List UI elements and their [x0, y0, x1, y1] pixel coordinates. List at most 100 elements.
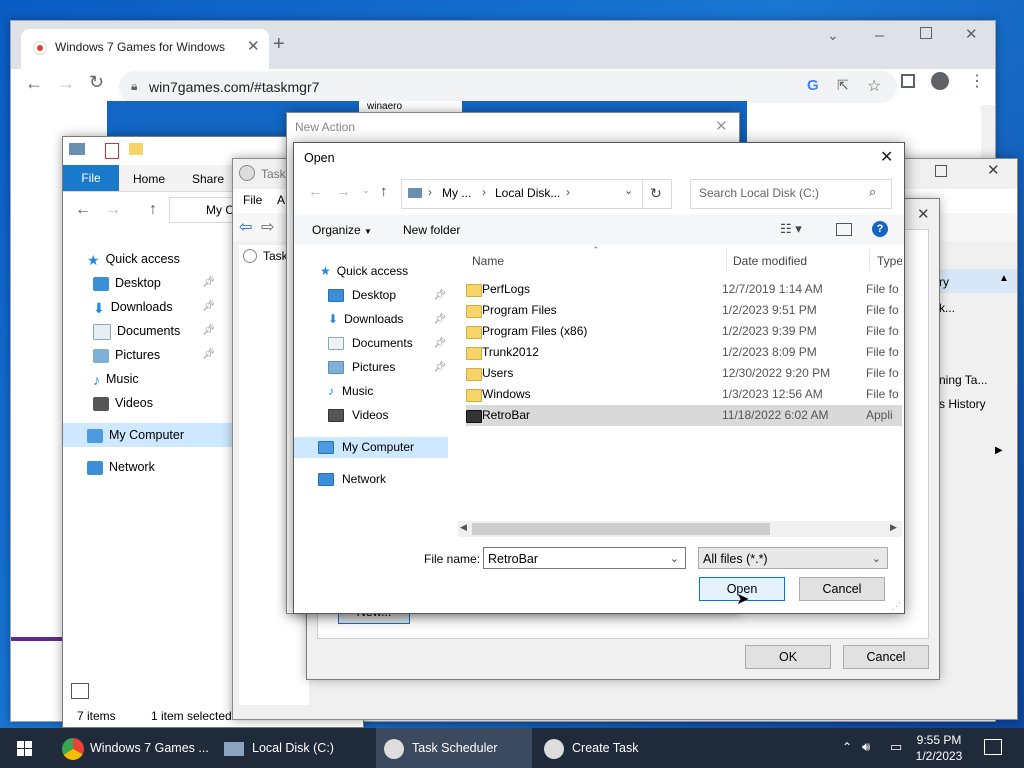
- minimize-icon[interactable]: –: [875, 27, 884, 45]
- ts-action-3[interactable]: s History: [939, 397, 986, 411]
- network-tray-icon[interactable]: ▭: [890, 739, 902, 755]
- taskbar-item-explorer[interactable]: Local Disk (C:): [216, 728, 372, 768]
- na-close-icon[interactable]: ✕: [715, 117, 728, 135]
- side-panel-icon[interactable]: [901, 74, 915, 88]
- organize-button[interactable]: Organize ▼: [312, 223, 372, 237]
- ts-back-icon[interactable]: ⇦: [239, 217, 252, 237]
- notification-icon[interactable]: [984, 739, 1002, 755]
- ts-menu-action[interactable]: A: [277, 193, 285, 207]
- view-options-icon[interactable]: ☷ ▾: [780, 221, 802, 237]
- taskbar-item-task-scheduler[interactable]: Task Scheduler: [376, 728, 532, 768]
- open-address-bar[interactable]: › My ... › Local Disk... › ⌄: [401, 179, 643, 209]
- close-tab-icon[interactable]: ✕: [247, 37, 260, 55]
- explorer-nav-pictures[interactable]: Pictures 📌︎: [93, 343, 219, 367]
- file-name-input[interactable]: RetroBar ⌄: [483, 547, 686, 569]
- search-box[interactable]: Search Local Disk (C:) ⌕: [690, 179, 892, 209]
- explorer-nav-downloads[interactable]: ⬇ Downloads 📌︎: [93, 295, 219, 319]
- explorer-forward-icon[interactable]: →: [105, 201, 121, 219]
- open-nav-network[interactable]: Network: [318, 469, 386, 490]
- open-nav-music[interactable]: ♪ Music: [328, 381, 373, 402]
- file-row[interactable]: Program Files 1/2/2023 9:51 PM File fo: [466, 300, 902, 321]
- column-name[interactable]: Name: [472, 254, 504, 268]
- resize-grip-icon[interactable]: ⋰: [892, 601, 901, 612]
- file-row[interactable]: Users 12/30/2022 9:20 PM File fo: [466, 363, 902, 384]
- collapse-up-icon[interactable]: ▲: [999, 273, 1009, 284]
- explorer-nav-quick-access[interactable]: ★ Quick access: [87, 247, 180, 271]
- ts-action-1[interactable]: k...: [939, 301, 955, 315]
- explorer-nav-network[interactable]: Network: [87, 455, 155, 479]
- google-icon[interactable]: G: [807, 77, 819, 94]
- clock[interactable]: 9:55 PM 1/2/2023: [906, 732, 972, 764]
- ts-action-2[interactable]: ning Ta...: [939, 373, 987, 387]
- reload-icon[interactable]: ↻: [89, 72, 104, 93]
- share-icon[interactable]: ⇱: [837, 77, 849, 94]
- preview-pane-icon[interactable]: [836, 223, 852, 236]
- open-nav-pictures[interactable]: Pictures 📌︎: [328, 357, 450, 378]
- open-forward-icon[interactable]: →: [336, 183, 351, 200]
- properties-icon[interactable]: [105, 143, 119, 159]
- ts-menu-file[interactable]: File: [243, 193, 262, 207]
- open-nav-desktop[interactable]: Desktop 📌︎: [328, 285, 450, 306]
- ct-ok-button[interactable]: OK: [745, 645, 831, 669]
- ts-forward-icon[interactable]: ⇨: [261, 217, 274, 237]
- profile-avatar[interactable]: [931, 72, 949, 90]
- tray-chevron-icon[interactable]: ⌃: [842, 740, 852, 754]
- forward-icon[interactable]: →: [57, 73, 75, 94]
- column-divider[interactable]: [869, 249, 870, 271]
- ct-cancel-button[interactable]: Cancel: [843, 645, 929, 669]
- new-folder-button[interactable]: New folder: [403, 223, 460, 237]
- menu-kebab-icon[interactable]: ⋮: [969, 71, 985, 91]
- browser-tab[interactable]: Windows 7 Games for Windows ✕: [21, 29, 269, 69]
- column-divider[interactable]: [726, 249, 727, 271]
- taskbar-item-create-task[interactable]: Create Task: [536, 728, 692, 768]
- address-bar[interactable]: 🔒︎ win7games.com/#taskmgr7 G ⇱ ☆: [119, 71, 897, 103]
- explorer-back-icon[interactable]: ←: [75, 201, 91, 219]
- explorer-nav-videos[interactable]: Videos: [93, 391, 153, 415]
- tab-file[interactable]: File: [63, 165, 119, 191]
- horizontal-scrollbar[interactable]: ◀ ▶: [458, 521, 902, 537]
- explorer-nav-music[interactable]: ♪ Music: [93, 367, 139, 391]
- file-row[interactable]: Windows 1/3/2023 12:56 AM File fo: [466, 384, 902, 405]
- explorer-nav-desktop[interactable]: Desktop 📌︎: [93, 271, 219, 295]
- explorer-nav-documents[interactable]: Documents 📌︎: [93, 319, 219, 343]
- help-icon[interactable]: ?: [872, 221, 888, 237]
- close-window-icon[interactable]: ✕: [965, 25, 978, 43]
- file-row[interactable]: Program Files (x86) 1/2/2023 9:39 PM File …: [466, 321, 902, 342]
- cancel-button[interactable]: Cancel: [799, 577, 885, 601]
- breadcrumb-local-disk[interactable]: Local Disk...: [495, 186, 560, 200]
- taskbar-item-chrome[interactable]: Windows 7 Games ...: [56, 728, 212, 768]
- tab-share[interactable]: Share: [192, 172, 224, 186]
- bookmark-star-icon[interactable]: ☆: [867, 76, 881, 96]
- start-button[interactable]: [0, 728, 48, 768]
- open-nav-quick-access[interactable]: ★ Quick access: [320, 261, 408, 282]
- recent-dropdown-icon[interactable]: ⌄: [362, 185, 370, 196]
- open-nav-my-computer[interactable]: My Computer: [294, 437, 448, 458]
- scroll-left-icon[interactable]: ◀: [460, 522, 467, 533]
- file-type-select[interactable]: All files (*.*) ⌄: [698, 547, 888, 569]
- open-back-icon[interactable]: ←: [308, 183, 323, 200]
- ct-close-icon[interactable]: ✕: [917, 205, 930, 223]
- column-type[interactable]: Type: [877, 254, 902, 268]
- ts-close-icon[interactable]: ✕: [987, 161, 1000, 179]
- address-dropdown-icon[interactable]: ⌄: [624, 184, 633, 197]
- open-up-icon[interactable]: ↑: [380, 183, 388, 200]
- explorer-up-icon[interactable]: ↑: [149, 201, 157, 219]
- refresh-button[interactable]: ↻: [642, 179, 672, 209]
- open-nav-videos[interactable]: Videos: [328, 405, 388, 426]
- open-close-icon[interactable]: ✕: [880, 147, 893, 167]
- scroll-right-icon[interactable]: ▶: [890, 522, 897, 533]
- scrollbar-thumb[interactable]: [472, 523, 770, 535]
- breadcrumb-my-computer[interactable]: My ...: [442, 186, 471, 200]
- open-nav-documents[interactable]: Documents 📌︎: [328, 333, 450, 354]
- file-row[interactable]: PerfLogs 12/7/2019 1:14 AM File fo: [466, 279, 902, 300]
- ts-tree-root[interactable]: Task: [263, 249, 288, 263]
- volume-icon[interactable]: 🔊︎: [862, 739, 870, 755]
- tab-search-icon[interactable]: ⌄: [827, 27, 839, 44]
- new-tab-icon[interactable]: +: [273, 33, 285, 56]
- chevron-down-icon[interactable]: ⌄: [670, 548, 679, 570]
- column-date-modified[interactable]: Date modified: [733, 254, 807, 268]
- explorer-nav-my-computer[interactable]: My Computer: [63, 423, 241, 447]
- maximize-icon[interactable]: [920, 27, 932, 39]
- file-row[interactable]: RetroBar 11/18/2022 6:02 AM Appli: [466, 405, 902, 426]
- open-nav-downloads[interactable]: ⬇ Downloads 📌︎: [328, 309, 450, 330]
